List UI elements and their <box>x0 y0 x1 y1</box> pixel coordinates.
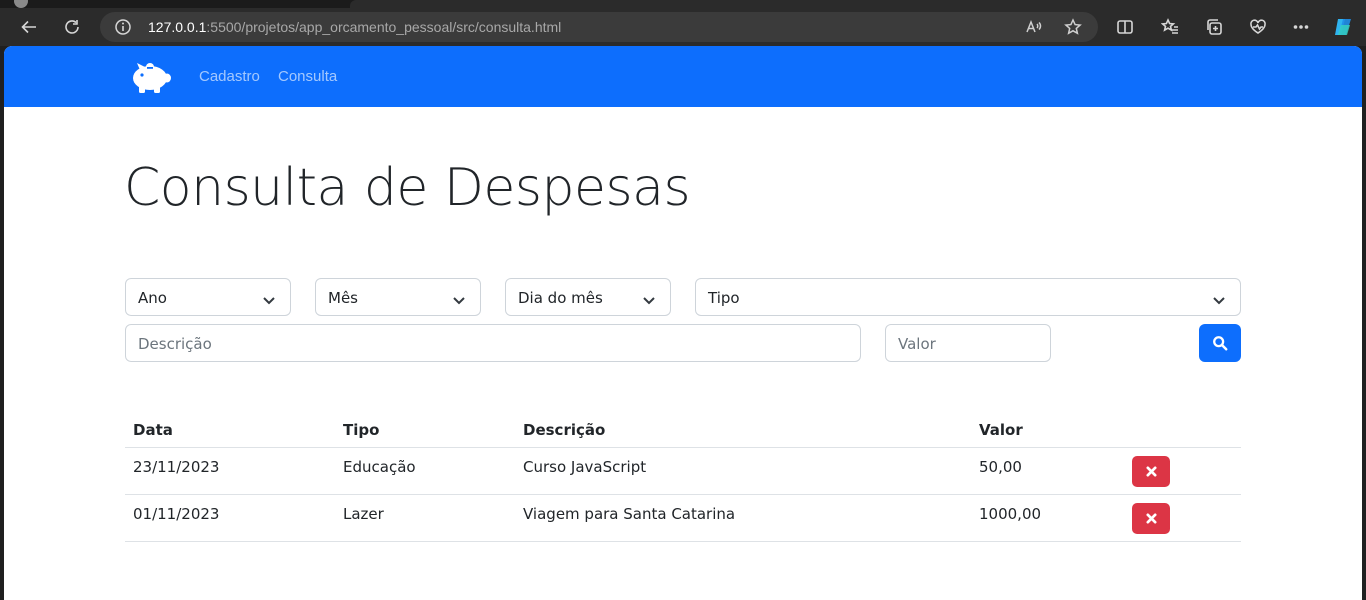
browser-essentials-icon[interactable] <box>1243 12 1273 42</box>
piggy-bank-icon[interactable] <box>128 56 174 96</box>
web-page: Cadastro Consulta Consulta de Despesas A… <box>4 46 1362 600</box>
table-row: 01/11/2023 Lazer Viagem para Santa Catar… <box>125 494 1241 542</box>
header-valor: Valor <box>971 413 1124 448</box>
browser-tabstrip <box>0 0 1366 8</box>
header-data: Data <box>125 413 335 448</box>
url-host: 127.0.0.1 <box>148 19 207 35</box>
valor-placeholder: Valor <box>898 335 936 353</box>
valor-input[interactable]: Valor <box>885 324 1051 362</box>
ano-select[interactable]: Ano <box>125 278 291 316</box>
cell-data: 23/11/2023 <box>125 447 335 495</box>
cell-actions <box>1124 494 1241 542</box>
header-tipo: Tipo <box>335 413 515 448</box>
mes-select-label: Mês <box>328 289 358 307</box>
more-menu-icon[interactable] <box>1286 12 1316 42</box>
read-aloud-icon[interactable] <box>1024 18 1042 36</box>
header-actions <box>1124 413 1241 448</box>
copilot-icon[interactable] <box>1328 12 1358 42</box>
split-screen-icon[interactable] <box>1110 12 1140 42</box>
nav-link-consulta[interactable]: Consulta <box>278 68 337 85</box>
back-arrow-icon[interactable] <box>14 12 44 42</box>
cell-valor: 50,00 <box>971 447 1124 495</box>
cell-tipo: Educação <box>335 447 515 495</box>
chevron-down-icon <box>262 292 276 305</box>
cell-actions <box>1124 447 1241 495</box>
tipo-select[interactable]: Tipo <box>695 278 1241 316</box>
dia-select[interactable]: Dia do mês <box>505 278 671 316</box>
url-text[interactable]: 127.0.0.1:5500/projetos/app_orcamento_pe… <box>148 19 561 35</box>
cell-valor: 1000,00 <box>971 494 1124 542</box>
table-header-row: Data Tipo Descrição Valor <box>125 413 1241 448</box>
chevron-down-icon <box>1212 292 1226 305</box>
reload-icon[interactable] <box>57 12 87 42</box>
table-row: 23/11/2023 Educação Curso JavaScript 50,… <box>125 447 1241 495</box>
navbar: Cadastro Consulta <box>4 46 1362 107</box>
header-descricao: Descrição <box>515 413 971 448</box>
browser-toolbar: 127.0.0.1:5500/projetos/app_orcamento_pe… <box>0 8 1366 46</box>
favorite-star-icon[interactable] <box>1064 18 1082 36</box>
cell-descricao: Viagem para Santa Catarina <box>515 494 971 542</box>
close-icon <box>1145 512 1157 524</box>
cell-tipo: Lazer <box>335 494 515 542</box>
ano-select-label: Ano <box>138 289 167 307</box>
address-bar[interactable]: 127.0.0.1:5500/projetos/app_orcamento_pe… <box>100 12 1098 42</box>
tipo-select-label: Tipo <box>708 289 740 307</box>
nav-link-cadastro[interactable]: Cadastro <box>199 68 260 85</box>
page-title: Consulta de Despesas <box>124 158 691 218</box>
despesas-table: Data Tipo Descrição Valor 23/11/2023 Edu… <box>125 413 1241 542</box>
close-icon <box>1145 465 1157 477</box>
delete-button[interactable] <box>1132 502 1170 534</box>
search-icon <box>1213 336 1228 351</box>
cell-descricao: Curso JavaScript <box>515 447 971 495</box>
favorites-icon[interactable] <box>1155 12 1185 42</box>
cell-data: 01/11/2023 <box>125 494 335 542</box>
delete-button[interactable] <box>1132 455 1170 487</box>
url-path: :5500/projetos/app_orcamento_pessoal/src… <box>206 19 562 35</box>
chevron-down-icon <box>642 292 656 305</box>
collections-icon[interactable] <box>1199 12 1229 42</box>
descricao-input[interactable]: Descrição <box>125 324 861 362</box>
search-button[interactable] <box>1199 324 1241 362</box>
chevron-down-icon <box>452 292 466 305</box>
mes-select[interactable]: Mês <box>315 278 481 316</box>
descricao-placeholder: Descrição <box>138 335 212 353</box>
site-info-icon[interactable] <box>114 18 132 36</box>
tab-favicon[interactable] <box>14 0 28 8</box>
dia-select-label: Dia do mês <box>518 289 603 307</box>
active-tab[interactable] <box>350 0 1366 8</box>
